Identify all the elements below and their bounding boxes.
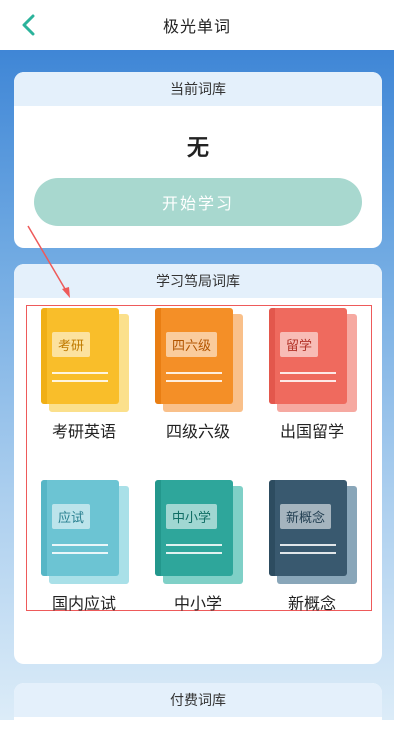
paid-library-header: 付费词库 xyxy=(14,683,382,717)
book-item[interactable]: 留学 出国留学 xyxy=(260,308,364,460)
book-tag: 留学 xyxy=(280,332,319,357)
book-label: 新概念 xyxy=(287,594,336,613)
page-title: 极光单词 xyxy=(162,17,231,36)
book-tag: 新概念 xyxy=(280,504,332,529)
book-icon: 应试 xyxy=(41,480,129,584)
book-icon: 考研 xyxy=(41,308,129,412)
book-tag: 应试 xyxy=(52,504,91,529)
current-library-header: 当前词库 xyxy=(14,72,382,106)
book-item[interactable]: 四六级 四级六级 xyxy=(146,308,250,460)
book-item[interactable]: 中小学 中小学 xyxy=(146,480,250,632)
start-learning-button[interactable]: 开始学习 xyxy=(34,178,362,226)
book-icon: 留学 xyxy=(269,308,357,412)
book-label: 中小学 xyxy=(173,594,222,613)
book-label: 考研英语 xyxy=(51,422,116,441)
book-label: 国内应试 xyxy=(51,594,116,613)
book-icon: 新概念 xyxy=(269,480,357,584)
book-label: 出国留学 xyxy=(279,422,344,441)
current-library-value: 无 xyxy=(186,136,209,161)
book-item[interactable]: 考研 考研英语 xyxy=(32,308,136,460)
book-tag: 考研 xyxy=(52,332,91,357)
book-icon: 四六级 xyxy=(155,308,243,412)
book-tag: 四六级 xyxy=(166,332,218,357)
current-library-card: 当前词库 无 开始学习 xyxy=(14,72,382,248)
back-button[interactable] xyxy=(14,10,44,40)
book-icon: 中小学 xyxy=(155,480,243,584)
book-tag: 中小学 xyxy=(166,504,218,529)
library-header: 学习笃局词库 xyxy=(14,264,382,298)
library-card: 学习笃局词库 考研 考研英语 四六级 四级六级 留学 出国留学 应试 国内应试 中小学 中小学 新概… xyxy=(14,264,382,664)
top-bar: 极光单词 xyxy=(0,0,394,50)
book-label: 四级六级 xyxy=(165,422,230,441)
book-item[interactable]: 应试 国内应试 xyxy=(32,480,136,632)
paid-library-card: 付费词库 xyxy=(14,683,382,733)
book-item[interactable]: 新概念 新概念 xyxy=(260,480,364,632)
chevron-left-icon xyxy=(22,14,35,36)
